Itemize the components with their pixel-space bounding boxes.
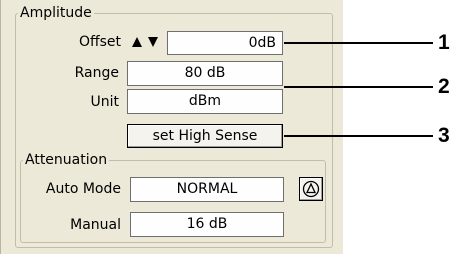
amplitude-group-title: Amplitude — [20, 5, 92, 21]
offset-label: Offset — [78, 34, 121, 50]
callout-line-3 — [284, 135, 433, 137]
unit-field[interactable]: dBm — [127, 89, 283, 114]
callout-line-1 — [284, 42, 433, 44]
attenuation-group-title: Attenuation — [25, 152, 108, 168]
set-high-sense-button[interactable]: set High Sense — [127, 124, 283, 148]
auto-mode-icon — [302, 180, 320, 198]
callout-line-2 — [284, 86, 433, 88]
callout-number-1: 1 — [438, 31, 450, 54]
manual-label: Manual — [70, 217, 121, 233]
range-label: Range — [74, 65, 119, 81]
offset-decrease-arrow-icon[interactable] — [145, 33, 160, 51]
range-field[interactable]: 80 dB — [127, 61, 283, 86]
auto-mode-field: NORMAL — [130, 177, 284, 202]
manual-field[interactable]: 16 dB — [130, 212, 284, 237]
auto-mode-toggle-button[interactable] — [299, 177, 323, 201]
offset-field[interactable]: 0dB — [167, 31, 283, 55]
callout-number-2: 2 — [438, 75, 450, 98]
auto-mode-label: Auto Mode — [45, 181, 121, 197]
amplitude-panel: Amplitude Offset 0dB Range 80 dB Unit dB… — [0, 0, 343, 254]
unit-label: Unit — [90, 94, 120, 110]
offset-increase-arrow-icon[interactable] — [129, 33, 144, 51]
callout-number-3: 3 — [438, 124, 450, 147]
